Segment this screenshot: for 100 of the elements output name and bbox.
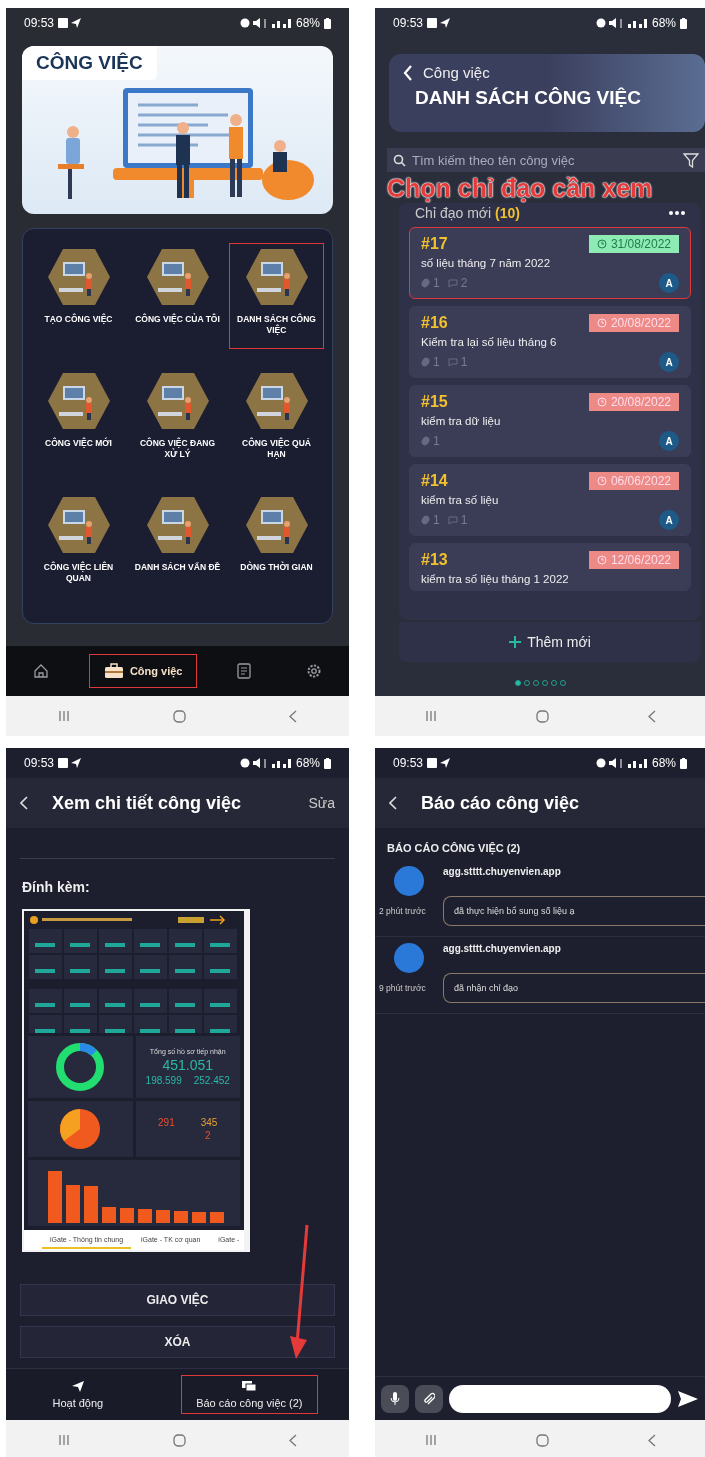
attach-button[interactable] [415, 1384, 443, 1413]
battery-icon [324, 757, 331, 769]
recent-apps-icon[interactable] [57, 1434, 70, 1446]
task-card[interactable]: #14 06/06/2022 kiểm tra số liệu 1 1 A [409, 464, 691, 536]
battery-percent: 68% [295, 16, 320, 30]
chart-bar [84, 1186, 98, 1223]
menu-tile[interactable]: CÔNG VIỆC QUÁ HẠN [229, 367, 324, 473]
battery-percent: 68% [651, 16, 676, 30]
tile-label: CÔNG VIỆC QUÁ HẠN [241, 438, 312, 461]
filter-icon[interactable] [683, 152, 699, 168]
task-card[interactable]: #16 20/08/2022 Kiểm tra lại số liệu tháng 6 1 1 A [409, 306, 691, 378]
menu-tile[interactable]: DANH SÁCH CÔNG VIỆC [229, 243, 324, 349]
avatar-circle [394, 866, 424, 896]
annotation-text: Chọn chỉ đạo cần xem [387, 174, 653, 203]
comment-icon [447, 278, 458, 288]
task-number: #17 [421, 235, 448, 253]
home-icon[interactable] [173, 709, 186, 723]
due-date-badge: 06/06/2022 [588, 472, 679, 490]
task-card[interactable]: #17 31/08/2022 số liệu tháng 7 năm 2022 1 2 A [409, 227, 691, 299]
menu-tile[interactable]: CÔNG VIỆC LIÊN QUAN [31, 491, 126, 597]
message-time: 9 phút trước [379, 983, 427, 993]
action-button[interactable]: GIAO VIỆC [20, 1284, 335, 1316]
attachment-count: 1 [421, 355, 440, 369]
clock-icon [596, 239, 607, 249]
home-icon[interactable] [535, 1433, 549, 1447]
attachment-count: 1 [421, 513, 440, 527]
more-icon[interactable] [669, 211, 685, 215]
action-button[interactable]: XÓA [20, 1326, 335, 1358]
attachments-label: Đính kèm: [22, 879, 91, 895]
message-time: 2 phút trước [379, 906, 427, 916]
menu-tile[interactable]: DÒNG THỜI GIAN [229, 491, 324, 597]
task-card[interactable]: #15 20/08/2022 kiểm tra dữ liệu 1 A [409, 385, 691, 457]
chat-icon [241, 1380, 258, 1393]
send-icon [70, 1380, 85, 1393]
comment-count: 1 [447, 355, 468, 369]
recent-apps-icon[interactable] [424, 710, 437, 722]
search-icon [393, 153, 406, 167]
assignee-avatar: A [659, 510, 679, 530]
chart-bar [138, 1209, 152, 1223]
hexagon-illustration [145, 248, 210, 306]
section-title: BÁO CÁO CÔNG VIỆC (2) [387, 842, 522, 854]
hexagon-illustration [46, 496, 111, 554]
chart-bar [156, 1210, 170, 1223]
microphone-button[interactable] [381, 1384, 409, 1413]
battery-icon [324, 17, 331, 29]
paperclip-icon [421, 436, 430, 446]
task-card[interactable]: #13 12/06/2022 kiểm tra số liệu tháng 1 2022 [409, 543, 691, 591]
search-field[interactable]: Tìm kiếm theo tên công việc [412, 152, 677, 168]
status-time: 09:53 [24, 16, 55, 30]
back-link[interactable]: Công việc [423, 64, 490, 81]
document-icon [237, 663, 252, 679]
bottom-tab[interactable]: Hoạt động [37, 1375, 119, 1414]
page-dot[interactable] [514, 680, 521, 686]
briefcase-icon [103, 663, 124, 679]
assignee-avatar: A [659, 431, 679, 451]
plus-icon [509, 636, 522, 648]
home-icon[interactable] [173, 1433, 186, 1447]
tile-label: CÔNG VIỆC ĐANG XỬ LÝ [138, 438, 217, 461]
assignee-avatar: A [659, 352, 679, 372]
page-title: Xem chi tiết công việc [52, 792, 243, 814]
message-bubble: đã thực hiện bổ sung số liệu ạ [443, 896, 705, 926]
task-title: Kiểm tra lại số liệu tháng 6 [421, 336, 558, 348]
hexagon-illustration [244, 496, 309, 554]
page-title: Báo cáo công việc [421, 792, 581, 814]
menu-tile[interactable]: CÔNG VIỆC CỦA TÔI [130, 243, 225, 349]
menu-tile[interactable]: CÔNG VIỆC MỚI [31, 367, 126, 473]
comment-count: 2 [447, 276, 468, 290]
menu-tile[interactable]: DANH SÁCH VẤN ĐỀ [130, 491, 225, 597]
section-title: Chỉ đạo mới (10) [415, 205, 520, 221]
tile-label: DANH SÁCH CÔNG VIỆC [236, 314, 317, 337]
due-date-badge: 12/06/2022 [588, 551, 679, 569]
direct-value: 252.452 [193, 1075, 230, 1086]
nav-tab[interactable]: Công việc [88, 654, 198, 688]
settings-icon [305, 663, 322, 679]
recent-apps-icon[interactable] [424, 1434, 437, 1446]
recent-apps-icon[interactable] [57, 710, 70, 722]
notification-icons [427, 18, 452, 28]
menu-tile[interactable]: TẠO CÔNG VIỆC [31, 243, 126, 349]
battery-icon [680, 17, 687, 29]
stat-value: 345 [200, 1117, 218, 1128]
search-bar[interactable]: Tìm kiếm theo tên công việc [387, 148, 705, 172]
attachment-count: 1 [421, 434, 440, 448]
bottom-tab[interactable]: Báo cáo công việc (2) [181, 1375, 318, 1414]
task-number: #13 [421, 551, 448, 569]
edit-button[interactable]: Sửa [308, 795, 335, 811]
home-icon [33, 663, 50, 679]
status-time: 09:53 [393, 16, 424, 30]
send-icon[interactable] [677, 1389, 699, 1408]
message-input[interactable] [449, 1384, 671, 1413]
clock-icon [596, 555, 607, 565]
add-button[interactable]: Thêm mới [399, 622, 701, 662]
banner-title: CÔNG VIỆC [22, 46, 157, 80]
avatar-circle [394, 943, 424, 973]
page-title: DANH SÁCH CÔNG VIỆC [414, 87, 642, 109]
status-icons [239, 758, 292, 768]
hexagon-illustration [46, 248, 111, 306]
menu-tile[interactable]: CÔNG VIỆC ĐANG XỬ LÝ [130, 367, 225, 473]
home-icon[interactable] [535, 709, 549, 723]
hexagon-illustration [145, 372, 210, 430]
status-time: 09:53 [24, 756, 55, 770]
